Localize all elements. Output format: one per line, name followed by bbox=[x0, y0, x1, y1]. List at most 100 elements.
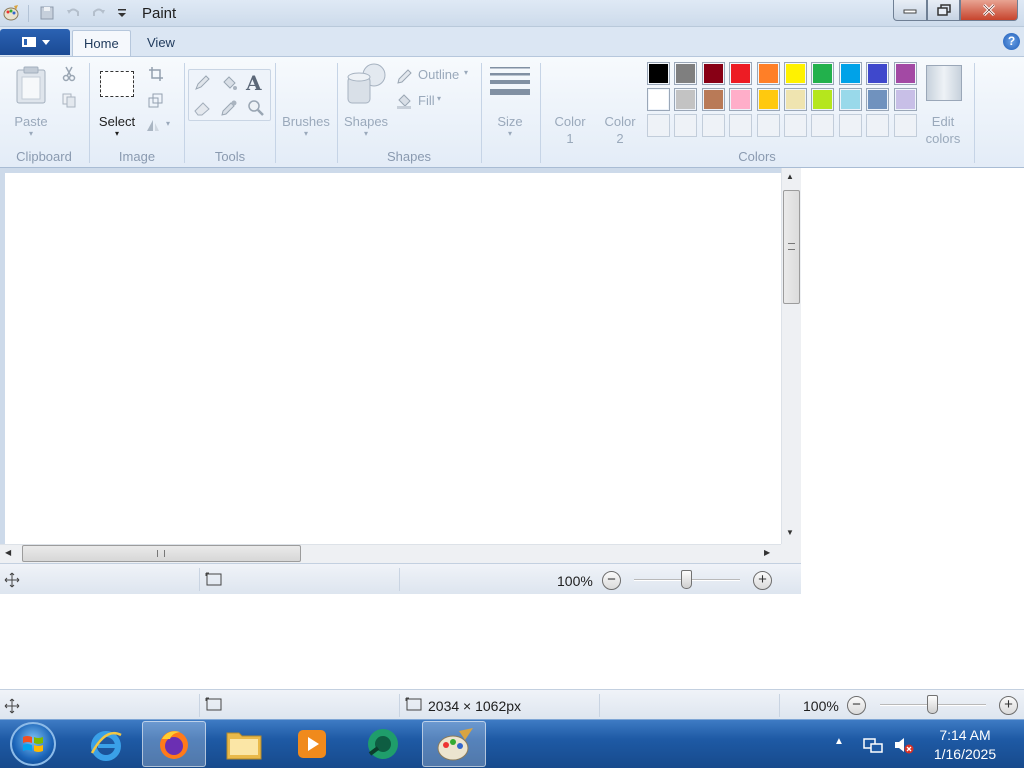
color-swatch[interactable] bbox=[729, 114, 753, 137]
clipboard-icon bbox=[16, 66, 46, 104]
close-button[interactable] bbox=[960, 0, 1018, 21]
color-swatch-fill bbox=[676, 64, 696, 83]
color2-button[interactable]: Color 2 bbox=[597, 63, 643, 146]
brushes-button[interactable]: Brushes ▾ bbox=[280, 63, 332, 143]
network-icon[interactable] bbox=[862, 735, 884, 755]
zoom-slider-thumb[interactable] bbox=[927, 695, 938, 714]
color-swatch[interactable] bbox=[838, 62, 862, 85]
color-swatch[interactable] bbox=[674, 62, 698, 85]
select-label: Select bbox=[98, 114, 136, 129]
redo-icon[interactable] bbox=[90, 4, 108, 22]
ribbon-separator bbox=[184, 63, 185, 163]
zoom-out-button[interactable]: − bbox=[602, 571, 621, 590]
crop-icon[interactable] bbox=[148, 66, 164, 82]
shapes-button[interactable]: Shapes ▾ bbox=[340, 63, 392, 143]
drawing-canvas[interactable] bbox=[5, 173, 781, 544]
taskbar-green-app[interactable] bbox=[352, 721, 416, 767]
scrollbar-corner bbox=[781, 544, 801, 563]
taskbar-clock[interactable]: 7:14 AM 1/16/2025 bbox=[918, 726, 1012, 764]
color-swatch[interactable] bbox=[647, 62, 670, 85]
taskbar-internet-explorer[interactable] bbox=[74, 721, 138, 767]
outline-button[interactable]: Outline ▾ bbox=[394, 65, 474, 85]
color-swatch[interactable] bbox=[701, 88, 725, 111]
color-swatch-fill bbox=[895, 64, 915, 83]
fill-button[interactable]: Fill ▾ bbox=[394, 91, 454, 111]
color-swatch[interactable] bbox=[784, 62, 807, 85]
select-button[interactable]: Select ▾ bbox=[94, 63, 140, 143]
minimize-button[interactable] bbox=[893, 0, 927, 21]
color-swatch[interactable] bbox=[647, 114, 670, 137]
color-swatch[interactable] bbox=[756, 88, 780, 111]
rotate-icon[interactable] bbox=[145, 117, 161, 133]
pencil-icon[interactable] bbox=[193, 74, 211, 92]
color-picker-icon[interactable] bbox=[220, 99, 238, 117]
horizontal-scroll-thumb[interactable] bbox=[22, 545, 301, 562]
color-swatch[interactable] bbox=[866, 88, 890, 111]
color-swatch[interactable] bbox=[756, 62, 780, 85]
help-icon[interactable]: ? bbox=[1003, 33, 1020, 50]
scroll-right-arrow[interactable]: ▶ bbox=[764, 548, 770, 557]
vertical-scroll-thumb[interactable] bbox=[783, 190, 800, 304]
zoom-in-button[interactable]: + bbox=[753, 571, 772, 590]
tab-view[interactable]: View bbox=[136, 30, 186, 57]
taskbar-paint[interactable] bbox=[422, 721, 486, 767]
color2-label-line1: Color bbox=[604, 114, 636, 129]
size-button[interactable]: Size ▾ bbox=[486, 63, 534, 143]
taskbar-file-explorer[interactable] bbox=[212, 721, 276, 767]
color-swatch[interactable] bbox=[729, 88, 753, 111]
text-icon[interactable]: A bbox=[246, 71, 262, 95]
undo-icon[interactable] bbox=[64, 4, 82, 22]
fill-bucket-icon[interactable] bbox=[220, 74, 238, 92]
show-hidden-icons-button[interactable]: ▲ bbox=[834, 736, 844, 747]
resize-icon[interactable] bbox=[148, 92, 164, 108]
color-swatch[interactable] bbox=[647, 88, 670, 111]
color-swatch[interactable] bbox=[784, 88, 807, 111]
color-swatch[interactable] bbox=[674, 114, 698, 137]
shapes-icon bbox=[347, 63, 386, 104]
color-swatch[interactable] bbox=[893, 114, 917, 137]
color-swatch[interactable] bbox=[811, 88, 835, 111]
cut-icon[interactable] bbox=[61, 66, 77, 82]
color-swatch[interactable] bbox=[729, 62, 753, 85]
paint-app-icon[interactable] bbox=[2, 4, 20, 22]
scroll-up-arrow[interactable]: ▲ bbox=[786, 172, 794, 181]
scroll-down-arrow[interactable]: ▼ bbox=[786, 528, 794, 537]
color-swatch[interactable] bbox=[811, 62, 835, 85]
copy-icon[interactable] bbox=[61, 92, 77, 108]
restore-button[interactable] bbox=[927, 0, 960, 21]
volume-muted-icon[interactable] bbox=[893, 735, 915, 755]
color-swatch[interactable] bbox=[756, 114, 780, 137]
customize-toolbar-icon[interactable] bbox=[113, 4, 131, 22]
edit-colors-button[interactable]: Edit colors bbox=[920, 63, 966, 146]
status-separator bbox=[199, 568, 200, 591]
color-swatch-fill bbox=[813, 64, 833, 83]
zoom-in-button[interactable]: + bbox=[999, 696, 1018, 715]
paint-menu-button[interactable] bbox=[0, 29, 70, 55]
color-swatch[interactable] bbox=[811, 114, 835, 137]
color1-button[interactable]: Color 1 bbox=[547, 63, 593, 146]
color-swatch[interactable] bbox=[784, 114, 807, 137]
zoom-out-button[interactable]: − bbox=[847, 696, 866, 715]
zoom-slider-thumb[interactable] bbox=[681, 570, 692, 589]
color-swatch[interactable] bbox=[701, 114, 725, 137]
color-swatch[interactable] bbox=[838, 88, 862, 111]
size-lines-icon bbox=[490, 67, 530, 95]
save-icon[interactable] bbox=[38, 4, 56, 22]
paste-button[interactable]: Paste ▾ bbox=[8, 63, 54, 143]
color-swatch[interactable] bbox=[701, 62, 725, 85]
color-swatch[interactable] bbox=[674, 88, 698, 111]
magnifier-icon[interactable] bbox=[247, 99, 265, 117]
color-swatch[interactable] bbox=[838, 114, 862, 137]
taskbar-firefox[interactable] bbox=[142, 721, 206, 767]
eraser-icon[interactable] bbox=[193, 99, 211, 117]
tab-home[interactable]: Home bbox=[72, 30, 131, 57]
color-swatch[interactable] bbox=[893, 88, 917, 111]
color-swatch-fill bbox=[868, 90, 888, 109]
folder-icon bbox=[226, 732, 262, 760]
taskbar-media-player[interactable] bbox=[280, 721, 344, 767]
start-button[interactable] bbox=[10, 722, 56, 766]
scroll-left-arrow[interactable]: ◀ bbox=[5, 548, 11, 557]
color-swatch[interactable] bbox=[866, 114, 890, 137]
color-swatch[interactable] bbox=[893, 62, 917, 85]
color-swatch[interactable] bbox=[866, 62, 890, 85]
